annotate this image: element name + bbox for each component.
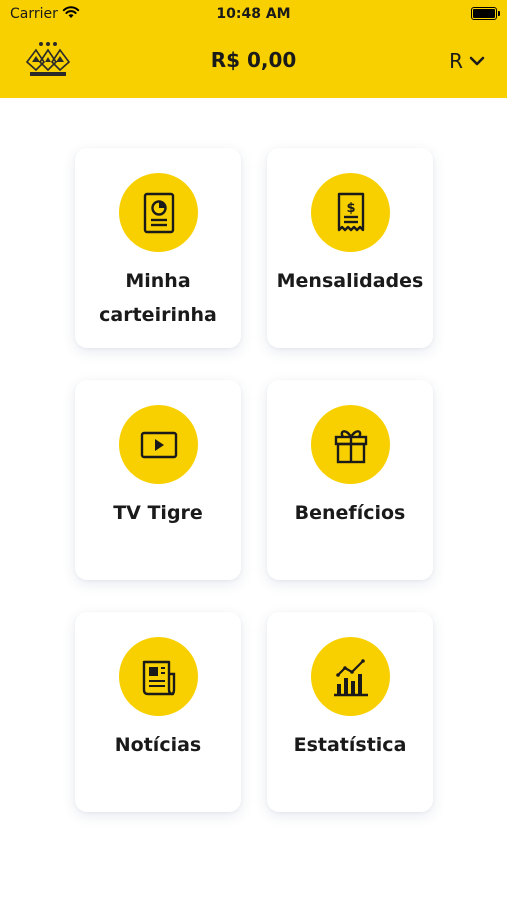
newspaper-icon <box>142 660 175 695</box>
menu-card-label: Notícias <box>114 734 202 756</box>
top-header: Carrier 10:48 AM R$ 0,00 R <box>0 0 507 98</box>
account-balance: R$ 0,00 <box>210 48 297 72</box>
menu-icon-badge <box>119 405 198 484</box>
menu-icon-badge <box>311 405 390 484</box>
menu-card-label: Benefícios <box>294 502 406 524</box>
user-initial: R <box>449 49 463 73</box>
menu-card-news[interactable]: Notícias <box>75 612 241 812</box>
menu-card-label: TV Tigre <box>113 502 203 524</box>
user-menu-dropdown[interactable]: R <box>449 49 485 73</box>
menu-icon-badge <box>119 637 198 716</box>
menu-card-benefits[interactable]: Benefícios <box>267 380 433 580</box>
bar-chart-trend-icon <box>333 658 368 696</box>
menu-card-monthly-fees[interactable]: $ Mensalidades <box>267 148 433 348</box>
status-bar: Carrier 10:48 AM <box>0 0 507 28</box>
menu-card-statistics[interactable]: Estatística <box>267 612 433 812</box>
menu-icon-badge: $ <box>311 173 390 252</box>
status-time: 10:48 AM <box>216 6 291 22</box>
menu-card-label: Minha carteirinha <box>99 270 217 326</box>
member-card-icon <box>143 192 174 233</box>
video-play-icon <box>140 431 177 458</box>
menu-card-tv-tigre[interactable]: TV Tigre <box>75 380 241 580</box>
gift-icon <box>334 429 367 463</box>
menu-card-member-card[interactable]: Minha carteirinha <box>75 148 241 348</box>
battery-icon <box>471 7 500 20</box>
menu-card-label: Mensalidades <box>276 270 424 292</box>
menu-card-label: Estatística <box>293 734 407 756</box>
chevron-down-icon <box>469 56 485 66</box>
menu-icon-badge <box>311 637 390 716</box>
receipt-dollar-icon: $ <box>337 192 364 231</box>
svg-text:$: $ <box>346 201 355 216</box>
menu-icon-badge <box>119 173 198 252</box>
